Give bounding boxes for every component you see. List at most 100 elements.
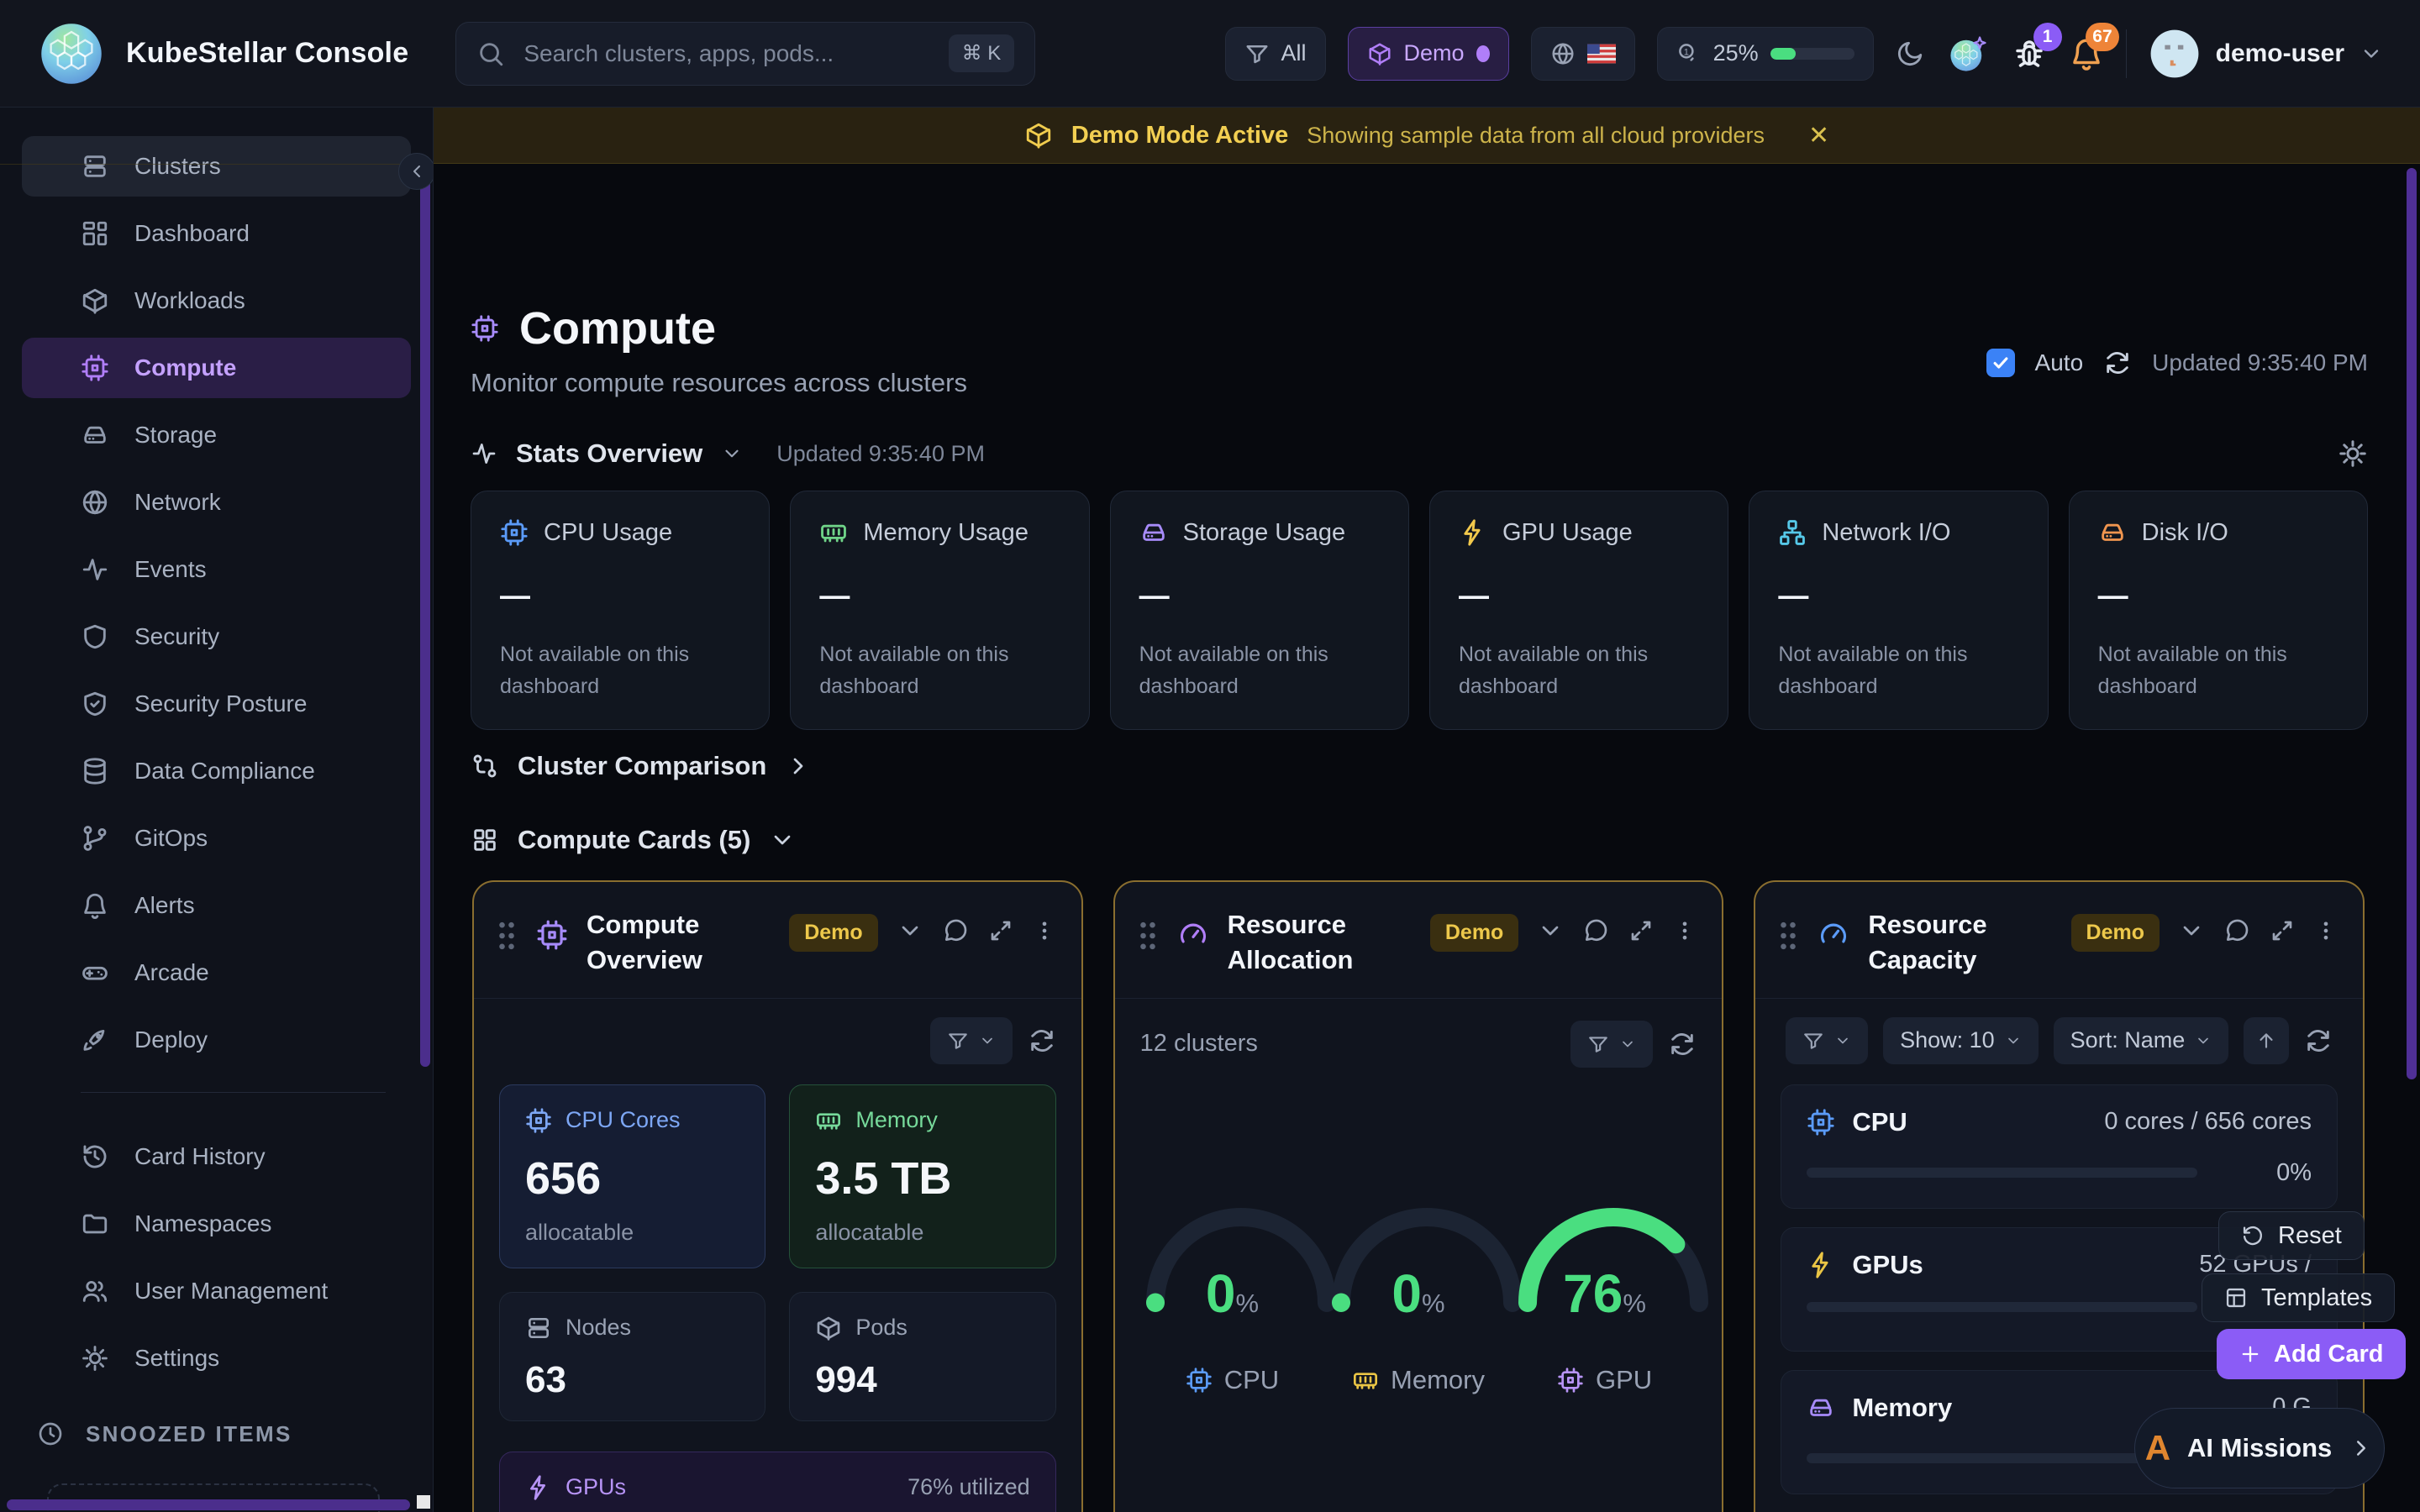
more-menu-icon[interactable] bbox=[2314, 917, 2338, 944]
stats-settings-icon[interactable] bbox=[2338, 438, 2368, 469]
comment-icon[interactable] bbox=[942, 917, 969, 944]
chevron-down-icon[interactable] bbox=[721, 443, 743, 465]
cube-icon bbox=[1024, 121, 1053, 150]
more-menu-icon[interactable] bbox=[1673, 917, 1697, 944]
server-icon bbox=[81, 152, 109, 181]
comment-icon[interactable] bbox=[1582, 917, 1609, 944]
sidebar-item-security-posture[interactable]: Security Posture bbox=[22, 674, 411, 734]
sidebar-item-events[interactable]: Events bbox=[22, 539, 411, 600]
drag-handle-icon[interactable] bbox=[1137, 917, 1159, 954]
notifications-button[interactable]: 67 bbox=[2069, 36, 2104, 71]
stat-card-note: Not available on this dashboard bbox=[2098, 639, 2338, 702]
expand-icon[interactable] bbox=[1628, 917, 1655, 944]
stat-card-value: — bbox=[819, 580, 1060, 611]
sidebar-item-label: Alerts bbox=[134, 892, 195, 919]
language-button[interactable] bbox=[1531, 27, 1635, 81]
sidebar-item-data-compliance[interactable]: Data Compliance bbox=[22, 741, 411, 801]
sidebar-vertical-scrollbar[interactable] bbox=[420, 168, 430, 1067]
ai-assistant-icon[interactable] bbox=[1946, 32, 1990, 76]
debug-count-badge: 1 bbox=[2033, 23, 2062, 51]
sidebar-item-workloads[interactable]: Workloads bbox=[22, 270, 411, 331]
gpu-utilized-label: 76% utilized bbox=[908, 1474, 1030, 1500]
ai-missions-logo: A bbox=[2145, 1431, 2170, 1466]
more-menu-icon[interactable] bbox=[1033, 917, 1056, 944]
dark-mode-toggle-icon[interactable] bbox=[1896, 39, 1924, 68]
sort-dropdown[interactable]: Sort: Name bbox=[2054, 1017, 2229, 1064]
sidebar-snoozed-section[interactable]: SNOOZED ITEMS bbox=[0, 1395, 433, 1447]
show-count-dropdown[interactable]: Show: 10 bbox=[1883, 1017, 2039, 1064]
sidebar-item-network[interactable]: Network bbox=[22, 472, 411, 533]
stat-card-note: Not available on this dashboard bbox=[819, 639, 1060, 702]
filter-dropdown[interactable] bbox=[1570, 1021, 1653, 1068]
sidebar-item-clusters[interactable]: Clusters bbox=[22, 136, 411, 197]
sidebar-item-namespaces[interactable]: Namespaces bbox=[22, 1194, 411, 1254]
scrollbar-corner bbox=[417, 1495, 430, 1509]
stats-overview-title[interactable]: Stats Overview bbox=[516, 438, 702, 469]
zoom-slider[interactable] bbox=[1770, 48, 1854, 60]
refresh-icon[interactable] bbox=[2103, 349, 2132, 377]
filter-dropdown[interactable] bbox=[930, 1017, 1013, 1064]
search-input[interactable] bbox=[523, 40, 948, 67]
templates-button[interactable]: Templates bbox=[2202, 1273, 2395, 1322]
card-title: Compute Overview bbox=[587, 907, 771, 978]
demo-mode-button[interactable]: Demo bbox=[1348, 27, 1509, 81]
sidebar-item-security[interactable]: Security bbox=[22, 606, 411, 667]
template-icon bbox=[2224, 1286, 2248, 1310]
user-menu[interactable]: demo-user bbox=[2149, 28, 2383, 80]
comment-icon[interactable] bbox=[2223, 917, 2250, 944]
drag-handle-icon[interactable] bbox=[1777, 917, 1799, 954]
ai-missions-button[interactable]: A AI Missions bbox=[2134, 1408, 2385, 1488]
chevron-down-icon[interactable] bbox=[2178, 917, 2205, 944]
sort-direction-button[interactable] bbox=[2244, 1017, 2289, 1064]
compute-cards-section-toggle[interactable]: Compute Cards (5) bbox=[471, 822, 796, 858]
cluster-comparison-link[interactable]: Cluster Comparison bbox=[471, 748, 812, 785]
refresh-icon[interactable] bbox=[1668, 1030, 1697, 1058]
drag-handle-icon[interactable] bbox=[496, 917, 518, 954]
refresh-icon[interactable] bbox=[2304, 1026, 2333, 1055]
filter-all-button[interactable]: All bbox=[1225, 27, 1326, 81]
sidebar-collapse-button[interactable] bbox=[398, 153, 434, 190]
sidebar-item-label: Card History bbox=[134, 1143, 266, 1170]
sidebar-item-deploy[interactable]: Deploy bbox=[22, 1010, 411, 1070]
sidebar-item-user-management[interactable]: User Management bbox=[22, 1261, 411, 1321]
add-card-button[interactable]: Add Card bbox=[2217, 1329, 2406, 1379]
card-header: Resource Allocation Demo bbox=[1115, 882, 1723, 999]
auto-refresh-checkbox[interactable] bbox=[1986, 349, 2015, 377]
sidebar-item-compute[interactable]: Compute bbox=[22, 338, 411, 398]
sidebar-item-dashboard[interactable]: Dashboard bbox=[22, 203, 411, 264]
sidebar-item-card-history[interactable]: Card History bbox=[22, 1126, 411, 1187]
sidebar-item-storage[interactable]: Storage bbox=[22, 405, 411, 465]
sidebar-item-alerts[interactable]: Alerts bbox=[22, 875, 411, 936]
filter-dropdown[interactable] bbox=[1786, 1017, 1868, 1064]
global-search[interactable]: ⌘ K bbox=[455, 22, 1035, 86]
refresh-icon[interactable] bbox=[1028, 1026, 1056, 1055]
funnel-icon bbox=[1802, 1030, 1824, 1052]
sidebar-item-arcade[interactable]: Arcade bbox=[22, 942, 411, 1003]
stat-card-value: — bbox=[500, 580, 740, 611]
stat-card-title: Storage Usage bbox=[1183, 519, 1345, 547]
memory-value: 3.5 TB bbox=[815, 1156, 1029, 1201]
sidebar-item-gitops[interactable]: GitOps bbox=[22, 808, 411, 869]
sidebar-nav-list: ClustersDashboardWorkloads Compute Storage… bbox=[0, 108, 433, 1389]
demo-mode-label: Demo bbox=[1404, 40, 1465, 66]
debug-button[interactable]: 1 bbox=[2012, 36, 2047, 71]
zoom-control[interactable]: 1 25% bbox=[1657, 27, 1874, 81]
chevron-down-icon bbox=[979, 1032, 996, 1049]
expand-icon[interactable] bbox=[987, 917, 1014, 944]
sidebar-horizontal-scrollbar[interactable] bbox=[7, 1499, 410, 1510]
reset-button[interactable]: Reset bbox=[2218, 1211, 2365, 1260]
gauge-label: GPU bbox=[1596, 1365, 1652, 1395]
chevron-down-icon[interactable] bbox=[897, 917, 923, 944]
sort-label: Sort: Name bbox=[2070, 1027, 2186, 1053]
sidebar-item-settings[interactable]: Settings bbox=[22, 1328, 411, 1389]
search-shortcut-kbd: ⌘ K bbox=[949, 34, 1015, 72]
chevron-down-icon bbox=[2360, 42, 2383, 66]
gpus-label: GPUs bbox=[566, 1474, 626, 1500]
sidebar-item-label: Security Posture bbox=[134, 690, 307, 717]
nodes-label: Nodes bbox=[566, 1315, 631, 1341]
page-vertical-scrollbar[interactable] bbox=[2407, 168, 2417, 1079]
chevron-down-icon[interactable] bbox=[1537, 917, 1564, 944]
banner-close-button[interactable]: ✕ bbox=[1808, 121, 1829, 150]
sidebar-item-label: Events bbox=[134, 556, 207, 583]
expand-icon[interactable] bbox=[2269, 917, 2296, 944]
